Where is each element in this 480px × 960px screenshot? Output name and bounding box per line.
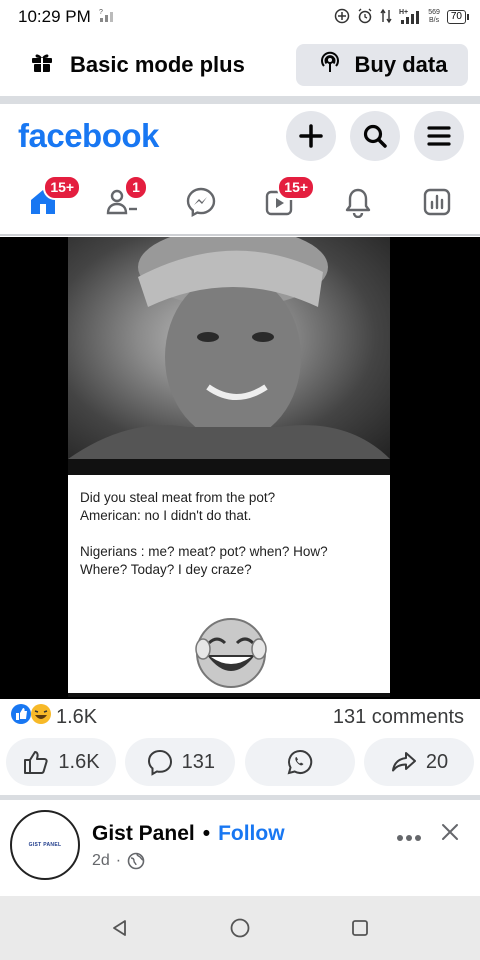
comment-icon xyxy=(147,749,172,776)
video-badge: 15+ xyxy=(277,175,316,200)
whatsapp-share-button[interactable] xyxy=(244,738,355,786)
net-speed-unit: B/s xyxy=(428,17,440,24)
svg-text:?: ? xyxy=(99,9,103,16)
comment-button[interactable]: 131 xyxy=(125,738,236,786)
close-icon[interactable] xyxy=(440,822,460,848)
avatar[interactable]: GIST PANEL xyxy=(10,810,80,880)
woman-photo xyxy=(68,237,390,459)
more-options-icon[interactable] xyxy=(396,822,422,848)
tab-home[interactable]: 15+ xyxy=(13,175,82,227)
home-badge: 15+ xyxy=(43,175,82,200)
system-nav-bar xyxy=(0,896,480,960)
battery-icon: 70 xyxy=(446,10,470,24)
plus-icon xyxy=(299,124,323,148)
laughing-emoji-icon xyxy=(195,618,267,688)
net-speed-value: 569 xyxy=(428,9,440,16)
comments-count[interactable]: 131 comments xyxy=(333,706,464,729)
create-button[interactable] xyxy=(286,111,336,161)
alarm-icon xyxy=(357,8,373,27)
svg-text:H+: H+ xyxy=(399,9,408,16)
data-arrows-icon xyxy=(380,8,392,27)
reactions-summary[interactable]: 1.6K 131 comments xyxy=(0,702,480,732)
caption-line: Nigerians : me? meat? pot? when? How? xyxy=(80,544,328,559)
divider xyxy=(0,96,480,104)
chart-icon xyxy=(423,188,450,216)
next-post-header: GIST PANEL Gist Panel • Follow 2d · xyxy=(0,806,480,894)
follow-button[interactable]: Follow xyxy=(218,822,285,846)
separator-dot: · xyxy=(115,852,122,869)
tab-messenger[interactable] xyxy=(171,177,231,227)
globe-icon xyxy=(127,852,145,870)
avatar-text: GIST PANEL xyxy=(28,842,62,848)
signal-icon: ? xyxy=(99,7,117,27)
comment-count: 131 xyxy=(181,750,216,773)
post-actions: 1.6K 131 20 xyxy=(0,738,480,790)
like-count: 1.6K xyxy=(58,750,100,773)
share-icon xyxy=(391,752,416,772)
buy-data-button[interactable]: Buy data xyxy=(296,44,468,86)
net-speed: 569 B/s xyxy=(428,9,440,25)
back-icon[interactable] xyxy=(110,918,130,938)
messenger-icon xyxy=(186,187,215,218)
facebook-logo[interactable]: facebook xyxy=(18,117,159,155)
status-time: 10:29 PM xyxy=(18,7,91,26)
app-header: facebook xyxy=(0,108,480,164)
search-button[interactable] xyxy=(350,111,400,161)
caption-line: Where? Today? I dey craze? xyxy=(80,562,252,577)
tab-video[interactable]: 15+ xyxy=(249,175,316,227)
share-button[interactable]: 20 xyxy=(363,738,474,786)
tab-dashboard[interactable] xyxy=(407,177,467,227)
reaction-count: 1.6K xyxy=(56,705,98,728)
post-time[interactable]: 2d xyxy=(92,852,110,870)
whatsapp-icon xyxy=(287,749,312,775)
haha-reaction-icon xyxy=(30,703,52,731)
page-name[interactable]: Gist Panel xyxy=(92,822,195,846)
bell-icon xyxy=(345,188,371,218)
like-button[interactable]: 1.6K xyxy=(6,738,116,786)
friends-badge: 1 xyxy=(123,175,148,200)
divider xyxy=(0,234,480,236)
meme-caption: Did you steal meat from the pot? America… xyxy=(68,475,390,693)
tab-bar: 15+ 1 15+ xyxy=(0,172,480,232)
hamburger-icon xyxy=(427,126,451,146)
add-icon-status xyxy=(334,8,350,27)
caption-line: Did you steal meat from the pot? xyxy=(80,490,276,505)
recents-icon[interactable] xyxy=(350,918,370,938)
mode-title: Basic mode plus xyxy=(70,52,245,77)
home-circle-icon[interactable] xyxy=(229,917,251,939)
tab-friends[interactable]: 1 xyxy=(92,175,152,227)
separator-dot: • xyxy=(202,822,211,845)
post-image[interactable]: Did you steal meat from the pot? America… xyxy=(0,237,480,699)
share-count: 20 xyxy=(425,750,449,773)
divider xyxy=(0,795,480,800)
menu-button[interactable] xyxy=(414,111,464,161)
buy-data-label: Buy data xyxy=(354,52,448,77)
thumbs-up-icon xyxy=(24,751,49,774)
caption-line: American: no I didn't do that. xyxy=(80,508,252,523)
broadcast-icon xyxy=(317,49,343,81)
gift-icon xyxy=(30,50,54,80)
cell-signal-icon: H+ xyxy=(399,8,421,27)
tab-notifications[interactable] xyxy=(328,177,388,227)
status-bar: 10:29 PM ? H+ 569 B/s 70 xyxy=(0,0,480,34)
meme-photo: Did you steal meat from the pot? America… xyxy=(68,237,390,697)
search-icon xyxy=(363,124,387,148)
like-reaction-icon xyxy=(10,703,32,731)
mode-bar: Basic mode plus Buy data xyxy=(0,40,480,90)
